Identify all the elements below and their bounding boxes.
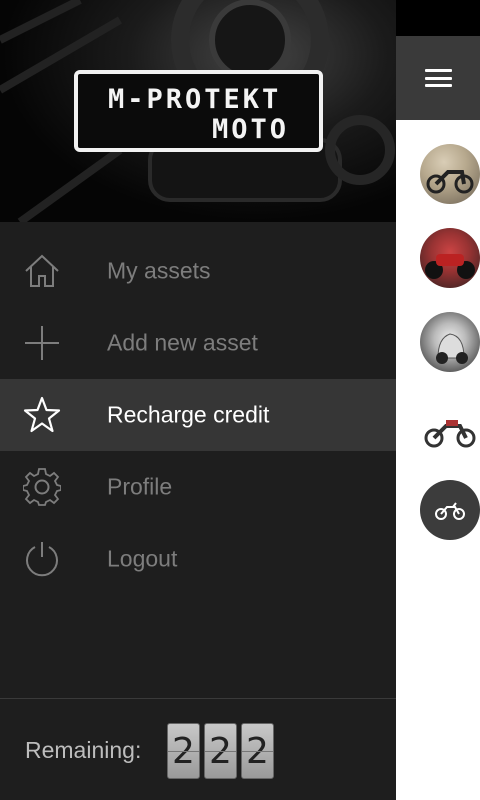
menu-item-label: Logout — [107, 545, 178, 572]
menu-item-my-assets[interactable]: My assets — [0, 235, 396, 307]
credit-digit: 2 — [204, 723, 237, 779]
brand-line-2: MOTO — [211, 114, 289, 145]
motorcycle-icon[interactable] — [420, 480, 480, 540]
menu-item-label: Recharge credit — [107, 401, 270, 428]
menu-item-profile[interactable]: Profile — [0, 451, 396, 523]
gear-icon — [23, 468, 61, 506]
app-bar — [396, 36, 480, 120]
drawer-menu: My assets Add new asset Recharge credit … — [0, 235, 396, 595]
drawer-header: M-PROTEKT MOTO — [0, 0, 396, 222]
power-icon — [26, 542, 58, 577]
status-bar — [396, 0, 480, 36]
asset-thumbnail[interactable] — [420, 396, 480, 456]
asset-thumbnail[interactable] — [420, 144, 480, 204]
navigation-drawer: M-PROTEKT MOTO My assets Add new asset R… — [0, 0, 396, 800]
asset-thumbnails — [420, 144, 480, 564]
remaining-label: Remaining: — [25, 737, 142, 763]
menu-item-logout[interactable]: Logout — [0, 523, 396, 595]
menu-item-label: Profile — [107, 473, 173, 500]
brand-logo: M-PROTEKT MOTO — [74, 70, 323, 152]
credit-counter: 2 2 2 — [167, 723, 278, 779]
menu-item-label: Add new asset — [107, 329, 258, 356]
plus-icon — [25, 326, 59, 360]
asset-thumbnail[interactable] — [420, 228, 480, 288]
star-icon — [23, 396, 61, 433]
menu-item-label: My assets — [107, 257, 211, 284]
menu-item-recharge-credit[interactable]: Recharge credit — [0, 379, 396, 451]
credit-digit: 2 — [241, 723, 274, 779]
brand-line-1: M-PROTEKT — [108, 84, 282, 115]
asset-thumbnail[interactable] — [420, 312, 480, 372]
menu-icon[interactable] — [424, 69, 452, 87]
menu-item-add-new-asset[interactable]: Add new asset — [0, 307, 396, 379]
credit-footer: Remaining: 2 2 2 — [0, 698, 396, 800]
credit-digit: 2 — [167, 723, 200, 779]
home-icon — [25, 254, 59, 287]
